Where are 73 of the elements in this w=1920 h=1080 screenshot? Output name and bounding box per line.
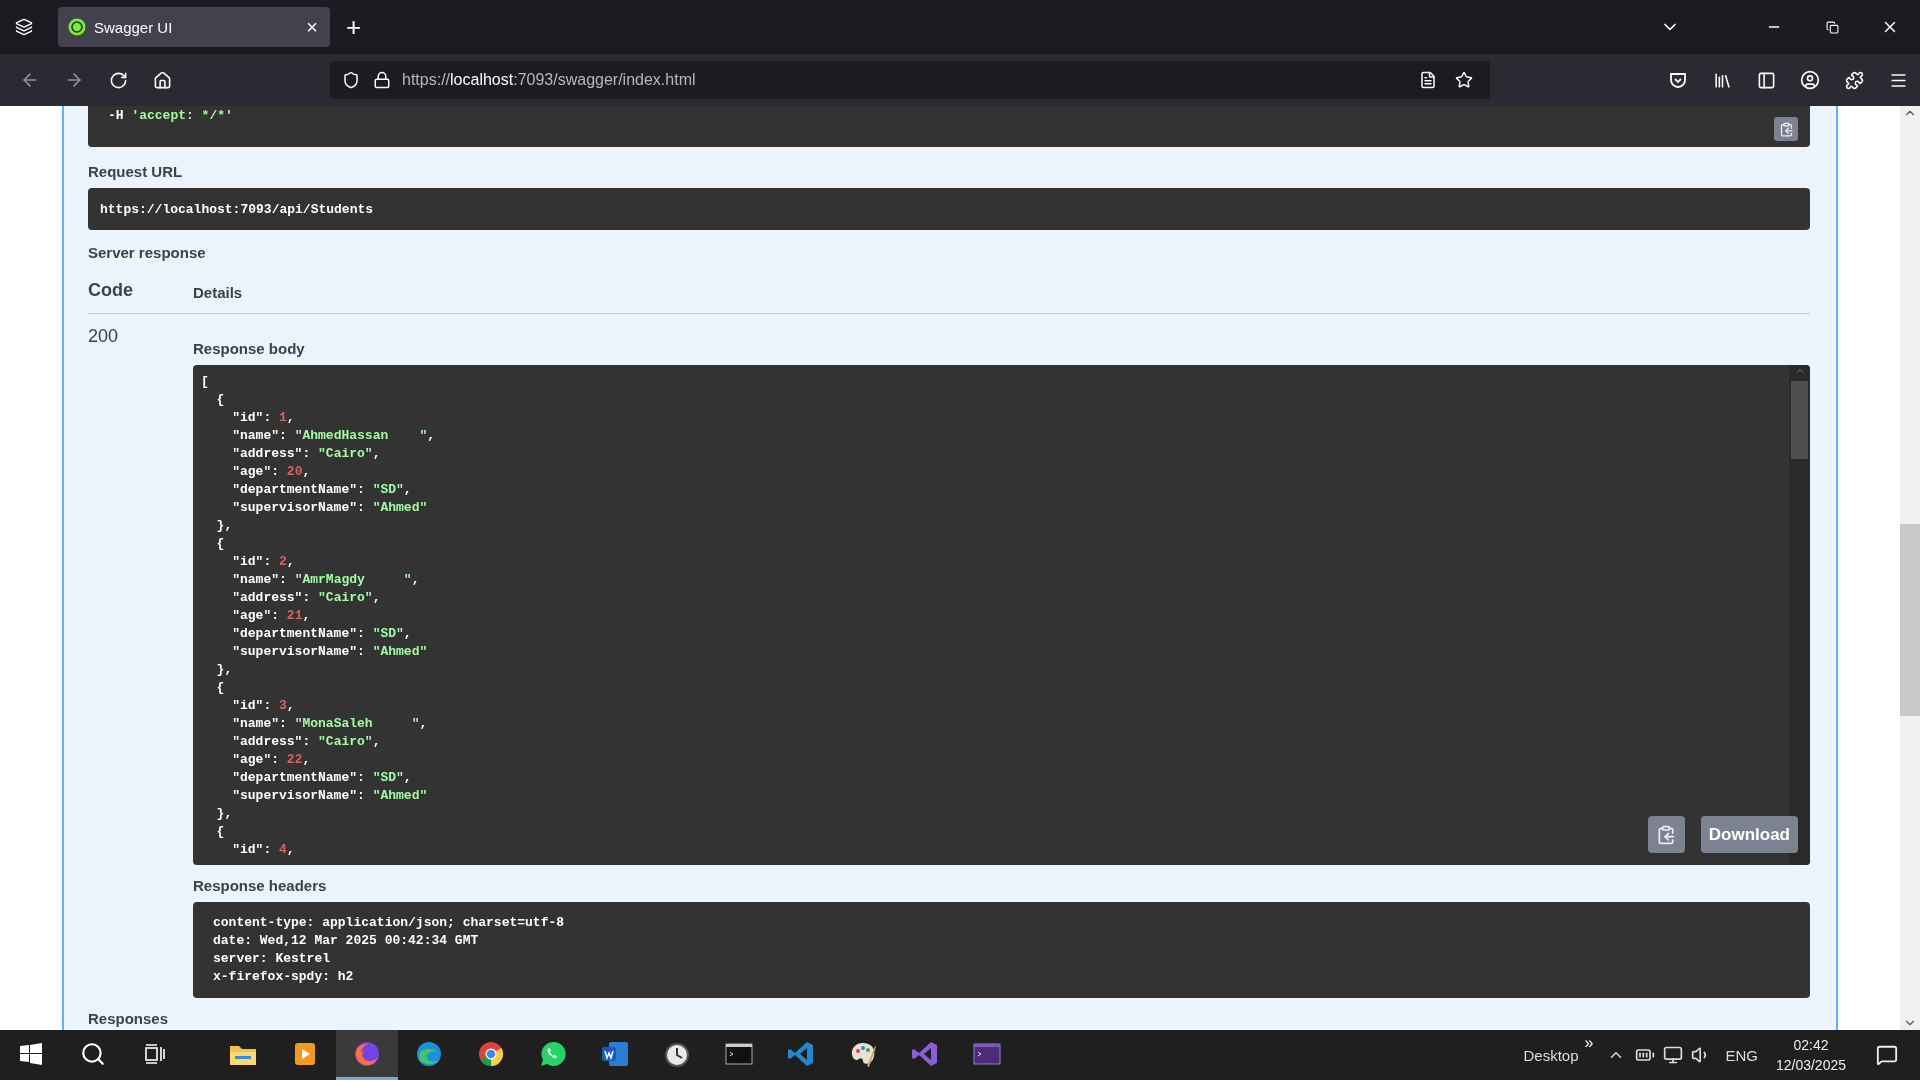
tab-title: Swagger UI [94,18,174,36]
code-line: server: Kestrel [213,950,331,968]
tab-close-button[interactable]: × [302,15,322,39]
section-label: Server response [88,244,207,261]
code-line: "age": 21, [231,607,311,625]
code-line: [ [201,373,209,391]
section-label: Response body [193,340,306,357]
download-button[interactable]: Download [1700,816,1798,853]
code-line: "name": "AmrMagdy ", [231,571,420,589]
code-line: date: Wed,12 Mar 2025 00:42:34 GMT [213,932,479,950]
status-code: 200 [88,325,120,348]
code-line: "id": 2, [231,553,295,571]
scrollbar-thumb[interactable] [1900,524,1920,716]
request-url-box: https://localhost:7093/api/Students [88,188,1810,230]
play-icon [293,1040,317,1067]
address-bar[interactable]: https://localhost:7093/swagger/index.html [330,61,1490,99]
code-line: }, [215,661,233,679]
code-line: "departmentName": "SD", [231,481,412,499]
terminal-icon [973,1041,1001,1066]
terminal-icon [725,1041,753,1066]
clock-time[interactable]: 02:42 [1793,1035,1829,1055]
code-line: -H 'accept: */*' [108,107,233,125]
page-scrollbar[interactable] [1900,106,1920,1030]
code-line: "departmentName": "SD", [231,769,412,787]
code-line: "address": "Cairo", [231,445,381,463]
code-line: "supervisorName": "Ahmed" [231,787,428,805]
new-tab-button[interactable]: + [338,11,370,43]
code-line: "supervisorName": "Ahmed" [231,499,428,517]
swagger-logo-icon [68,18,86,36]
code-line: { [215,823,225,841]
code-line: "name": "MonaSaleh ", [231,715,428,733]
code-line: "supervisorName": "Ahmed" [231,643,428,661]
code-line: x-firefox-spdy: h2 [213,968,354,986]
url-text: https://localhost:7093/swagger/index.html [402,71,697,89]
clipboard-icon [1656,824,1677,845]
document-icon [601,1040,629,1067]
code-line: "id": 3, [231,697,295,715]
code-line: { [215,391,225,409]
code-line: { [215,679,225,697]
code-line: { [215,535,225,553]
column-header: Details [193,284,243,301]
wave-icon [415,1039,443,1068]
section-label: Response headers [193,877,328,894]
code-line: "address": "Cairo", [231,733,381,751]
ribbon-icon [911,1039,939,1068]
section-label: Request URL [88,163,184,180]
code-line: "age": 20, [231,463,311,481]
code-line: "id": 1, [231,409,295,427]
clock-date[interactable]: 12/03/2025 [1775,1055,1846,1075]
scrollbar-thumb[interactable] [1791,381,1808,459]
code-line: "name": "AhmedHassan ", [231,427,436,445]
desktop-toolbar-label[interactable]: Desktop [1523,1046,1579,1064]
scrollbar[interactable] [1789,365,1810,865]
code-line: "age": 22, [231,751,311,769]
browser-tab[interactable]: Swagger UI × [58,7,330,47]
code-line: }, [215,517,233,535]
globe-icon [353,1039,381,1068]
section-label: Responses [88,1010,170,1027]
ribbon-icon [787,1039,815,1068]
code-line: }, [215,805,233,823]
code-line: "address": "Cairo", [231,589,381,607]
toolbar-expand-icon[interactable]: » [1584,1034,1594,1052]
circle-icon [477,1039,505,1068]
network-icon[interactable] [1663,1045,1684,1065]
copy-button[interactable] [1647,816,1685,853]
column-header: Code [88,280,134,301]
code-line: content-type: application/json; charset=utf-8 [213,914,565,932]
code-line: "id": 4, [231,841,295,859]
notification-icon[interactable] [1876,1044,1898,1066]
code-line: "departmentName": "SD", [231,625,412,643]
clipboard-icon [1778,121,1794,137]
phone-bubble-icon [539,1039,567,1068]
language-indicator[interactable]: ENG [1725,1046,1758,1064]
